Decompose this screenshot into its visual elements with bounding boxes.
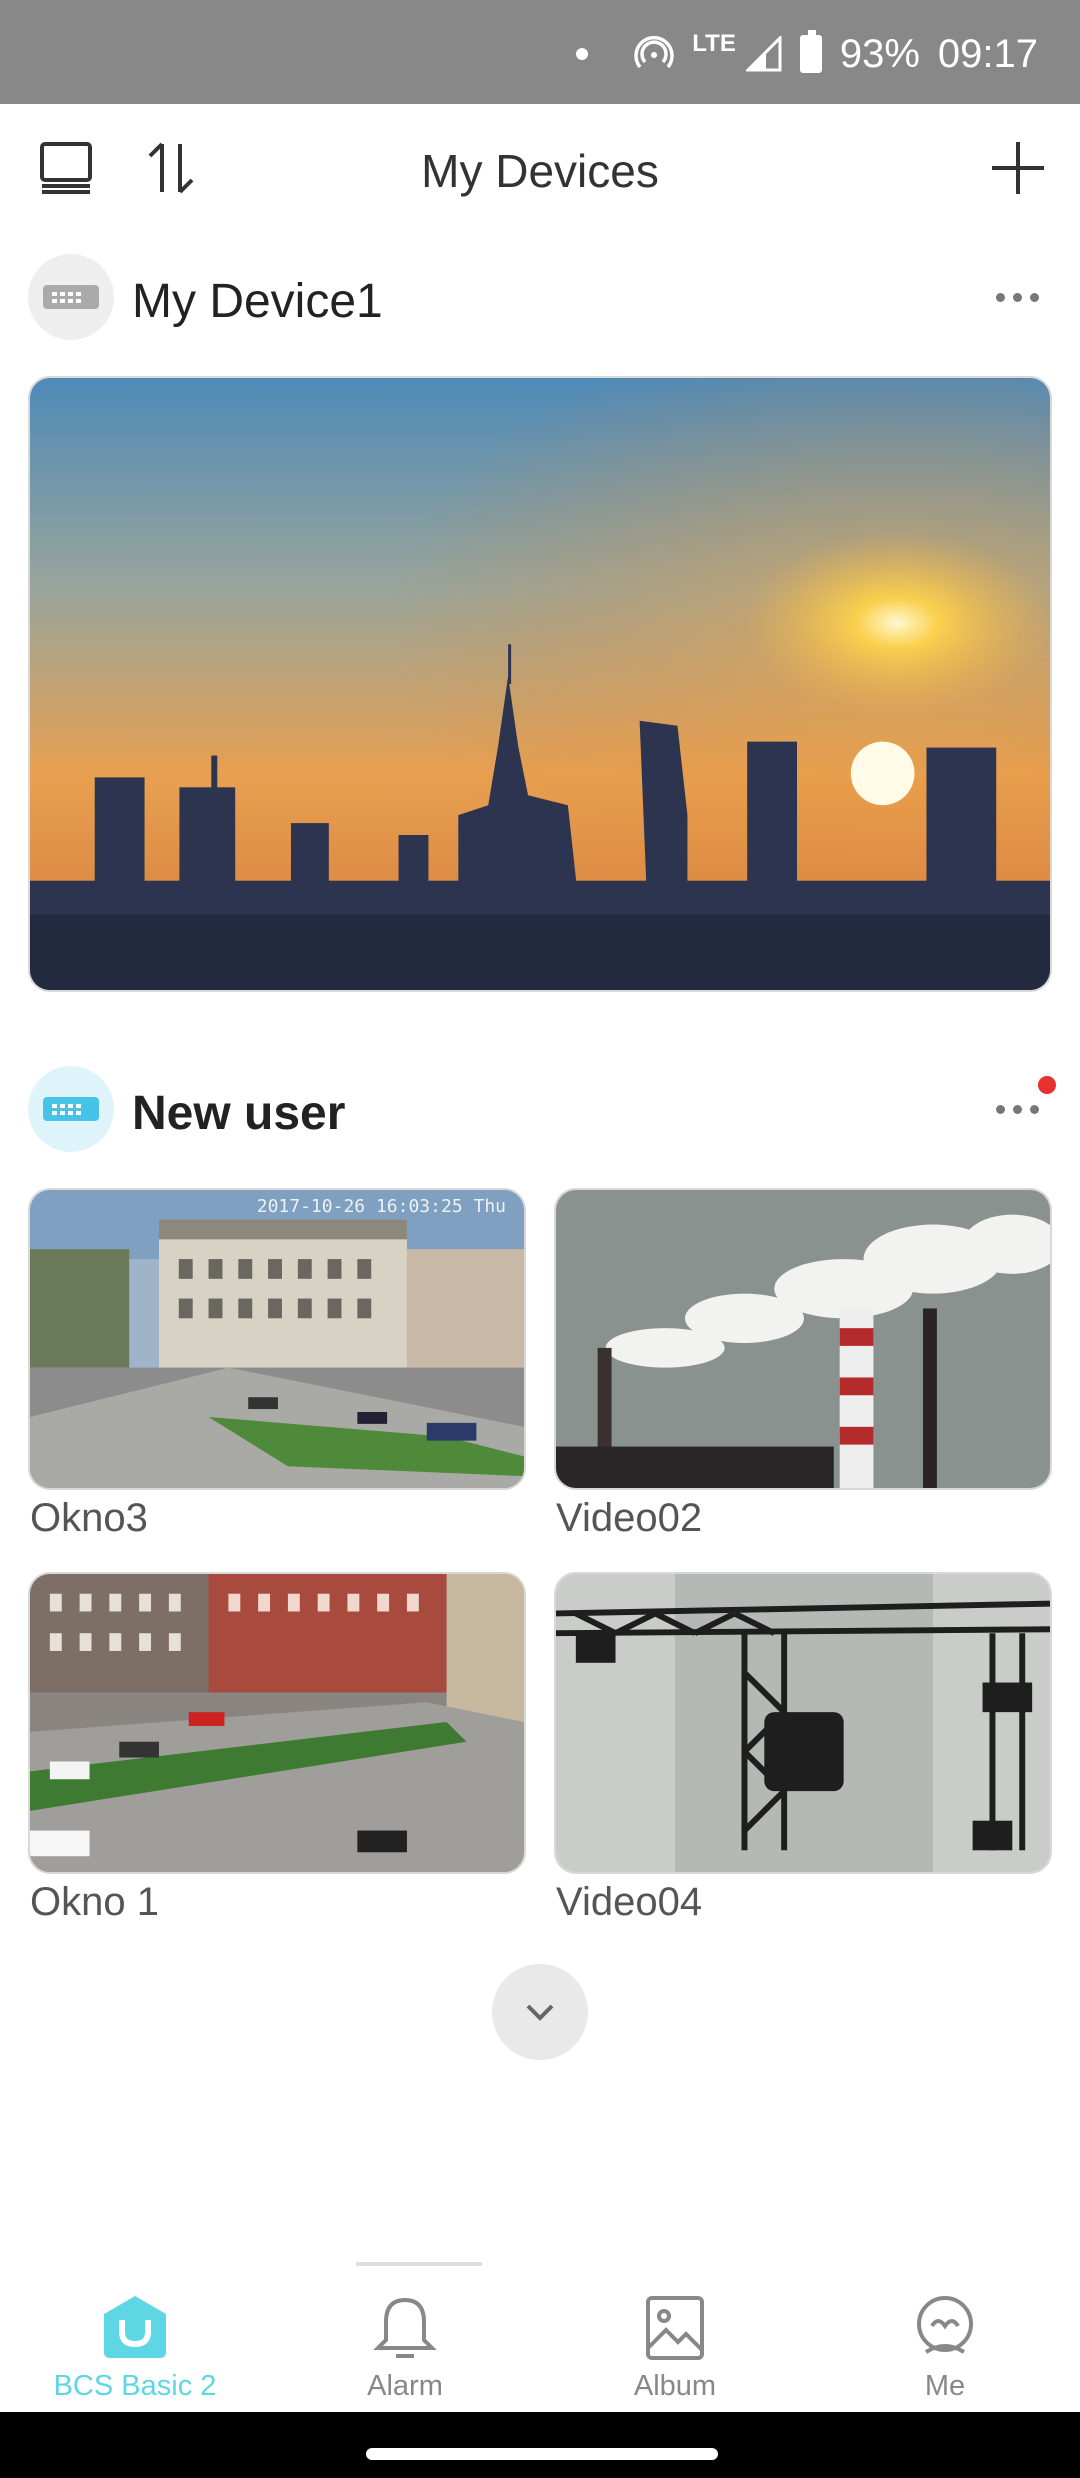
system-navigation-bar [0, 2412, 1080, 2478]
battery-percent: 93% [839, 31, 920, 76]
device-header[interactable]: New user [28, 1066, 1056, 1156]
status-bar: LTE 93% 09:17 [0, 0, 1080, 104]
nav-item-home[interactable]: BCS Basic 2 [0, 2268, 270, 2410]
bell-icon [373, 2297, 437, 2358]
device-name: New user [132, 1087, 346, 1140]
user-icon [917, 2296, 973, 2354]
nav-label: BCS Basic 2 [53, 2370, 217, 2402]
camera-tile[interactable] [554, 1188, 1052, 1490]
dvr-icon [28, 254, 114, 340]
camera-label: Video04 [556, 1880, 703, 1924]
street-camera-preview [30, 1190, 524, 1488]
nvr-icon [28, 1066, 114, 1152]
device-more-button[interactable] [982, 1076, 1056, 1134]
nav-item-album[interactable]: Album [540, 2268, 810, 2410]
image-icon [646, 2296, 704, 2360]
battery-icon [799, 30, 822, 73]
device-name: My Device1 [132, 275, 383, 328]
nav-label: Me [924, 2370, 966, 2402]
expand-button[interactable] [492, 1964, 588, 2060]
top-bar: My Devices [0, 104, 1080, 240]
square-camera-preview [30, 1574, 524, 1872]
crane-camera-preview [556, 1574, 1050, 1872]
camera-tile[interactable] [28, 1572, 526, 1874]
device-header[interactable]: My Device1 [28, 254, 1052, 344]
camera-tile[interactable] [554, 1572, 1052, 1874]
page-title: My Devices [421, 145, 659, 197]
camera-label: Okno 1 [30, 1880, 159, 1924]
nav-item-alarm[interactable]: Alarm [270, 2268, 540, 2410]
home-icon [104, 2296, 166, 2358]
camera-timestamp-overlay: 2017-10-26 16:03:25 Thu [256, 1196, 506, 1217]
skyline-preview [30, 378, 1050, 990]
nav-indicator [356, 2262, 482, 2266]
camera-label: Video02 [556, 1496, 703, 1540]
more-dots-icon [995, 292, 1005, 302]
nav-item-me[interactable]: Me [810, 2268, 1080, 2410]
chevron-down-icon [526, 2004, 554, 2021]
notification-dot-icon [576, 48, 589, 60]
camera-tile[interactable]: 2017-10-26 16:03:25 Thu [28, 1188, 526, 1490]
notification-badge [1038, 1076, 1056, 1094]
chimney-camera-preview [556, 1190, 1050, 1488]
clock: 09:17 [937, 31, 1038, 76]
camera-tile-live[interactable] [28, 376, 1052, 992]
signal-icon [745, 36, 782, 72]
bottom-nav: BCS Basic 2 Alarm Album Me [0, 2268, 1080, 2410]
device-more-button[interactable] [982, 272, 1052, 322]
lte-indicator: LTE [692, 30, 736, 57]
plus-icon [992, 142, 1044, 194]
nav-label: Album [633, 2370, 717, 2402]
add-device-button[interactable] [982, 132, 1054, 204]
camera-label: Okno3 [30, 1496, 148, 1540]
more-dots-icon [995, 1104, 1005, 1114]
home-gesture-handle[interactable] [366, 2448, 718, 2460]
nav-label: Alarm [367, 2370, 443, 2402]
hotspot-icon [634, 36, 674, 72]
